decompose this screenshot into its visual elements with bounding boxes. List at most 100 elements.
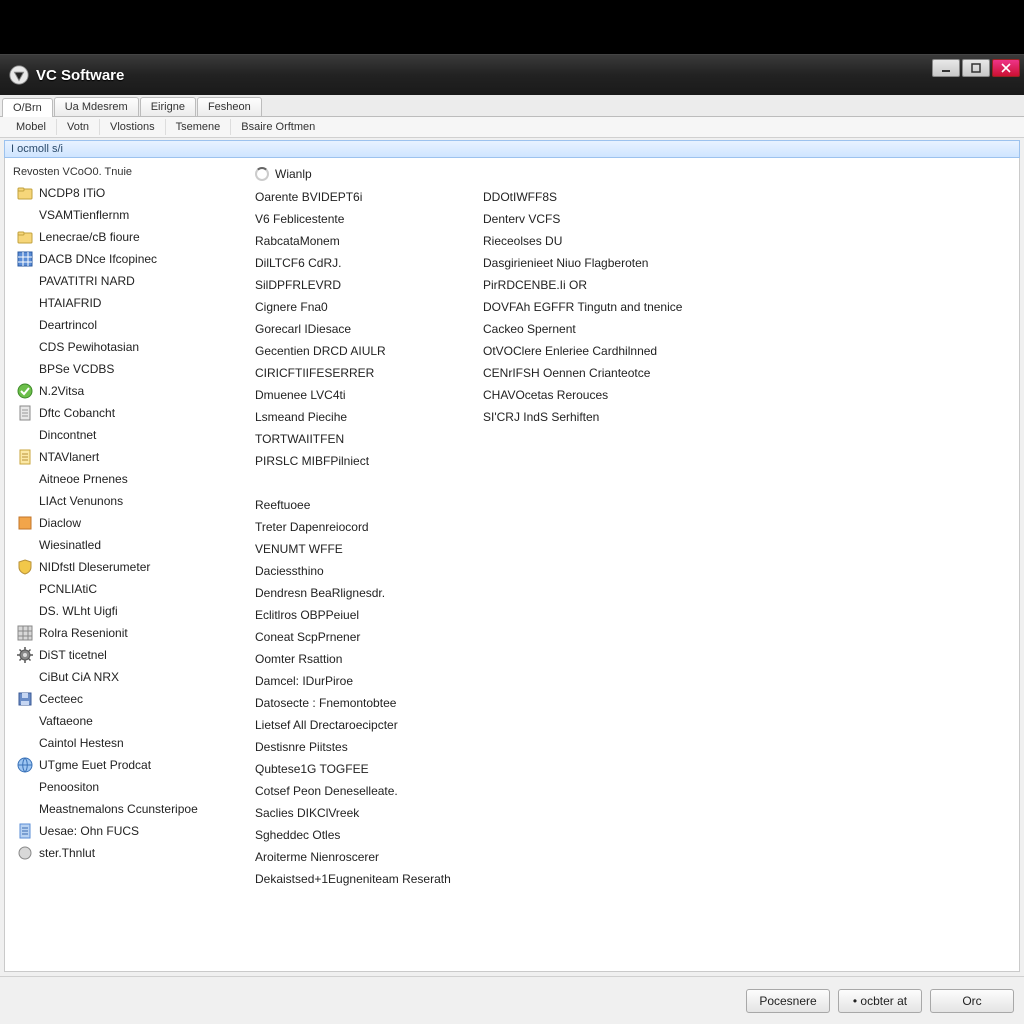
tree-item[interactable]: NIDfstl Dleserumeter xyxy=(13,556,233,578)
tree-item[interactable]: Rolra Resenionit xyxy=(13,622,233,644)
mid-item[interactable]: Daciessthino xyxy=(251,560,461,582)
right-item[interactable]: CHAVOcetas Rerouces xyxy=(479,384,759,406)
tree-item-label: PCNLIAtiC xyxy=(39,582,97,596)
mid-item[interactable]: Saclies DIKClVreek xyxy=(251,802,461,824)
close-button[interactable] xyxy=(992,59,1020,77)
tree-item[interactable]: Deartrincol xyxy=(13,314,233,336)
right-item[interactable]: Rieceolses DU xyxy=(479,230,759,252)
button-secondary[interactable]: • ocbter at xyxy=(838,989,922,1013)
mid-item[interactable]: SilDPFRLEVRD xyxy=(251,274,461,296)
module-1[interactable]: Votn xyxy=(57,119,100,135)
tree-item[interactable]: CiBut CiA NRX xyxy=(13,666,233,688)
mid-item[interactable]: Cotsef Peon Deneselleate. xyxy=(251,780,461,802)
tree-item[interactable]: LIAct Venunons xyxy=(13,490,233,512)
tree-item-label: Vaftaeone xyxy=(39,714,93,728)
tree-item[interactable]: ster.Thnlut xyxy=(13,842,233,864)
module-2[interactable]: Vlostions xyxy=(100,119,166,135)
tree-item[interactable]: DS. WLht Uigfi xyxy=(13,600,233,622)
button-proceed[interactable]: Pocesnere xyxy=(746,989,830,1013)
button-cancel[interactable]: Orc xyxy=(930,989,1014,1013)
module-3[interactable]: Tsemene xyxy=(166,119,232,135)
mid-item[interactable]: Dendresn BeaRlignesdr. xyxy=(251,582,461,604)
mid-item[interactable]: Sgheddec Otles xyxy=(251,824,461,846)
tree-item[interactable]: Cecteec xyxy=(13,688,233,710)
mid-item[interactable]: Lietsef All Drectaroecipcter xyxy=(251,714,461,736)
mid-item[interactable]: Datosecte : Fnemontobtee xyxy=(251,692,461,714)
mid-item[interactable]: Oomter Rsattion xyxy=(251,648,461,670)
right-item[interactable]: DOVFAh EGFFR Tingutn and tnenice xyxy=(479,296,759,318)
tab-1[interactable]: Ua Mdesrem xyxy=(54,97,139,116)
tree-item[interactable]: Aitneoe Prnenes xyxy=(13,468,233,490)
mid-item[interactable]: DilLTCF6 CdRJ. xyxy=(251,252,461,274)
tree-item[interactable]: Meastnemalons Ccunsteripoe xyxy=(13,798,233,820)
mid-item[interactable]: Qubtese1G TOGFEE xyxy=(251,758,461,780)
tree-item[interactable]: UTgme Euet Prodcat xyxy=(13,754,233,776)
tree-item-label: Penoositon xyxy=(39,780,99,794)
tab-3[interactable]: Fesheon xyxy=(197,97,262,116)
tree-item-label: N.2Vitsa xyxy=(39,384,84,398)
tree-item[interactable]: Dincontnet xyxy=(13,424,233,446)
module-4[interactable]: Bsaire Orftmen xyxy=(231,119,325,135)
tab-bar: O/Brn Ua Mdesrem Eirigne Fesheon xyxy=(0,95,1024,117)
mid-item[interactable]: Destisnre Piitstes xyxy=(251,736,461,758)
mid-item[interactable]: RabcataMonem xyxy=(251,230,461,252)
mid-item[interactable]: Coneat ScpPrnener xyxy=(251,626,461,648)
mid-item[interactable]: V6 Feblicestente xyxy=(251,208,461,230)
right-item[interactable]: Dasgirienieet Niuo Flagberoten xyxy=(479,252,759,274)
tree-item[interactable]: NCDP8 ITiO xyxy=(13,182,233,204)
maximize-button[interactable] xyxy=(962,59,990,77)
tree-item[interactable]: PAVATITRI NARD xyxy=(13,270,233,292)
tree-doc-yellow-icon xyxy=(17,449,33,465)
right-item[interactable]: SI'CRJ IndS Serhiften xyxy=(479,406,759,428)
tree-item[interactable]: Caintol Hestesn xyxy=(13,732,233,754)
mid-item[interactable]: TORTWAIITFEN xyxy=(251,428,461,450)
mid-item[interactable]: Eclitlros OBPPeiuel xyxy=(251,604,461,626)
tree-item[interactable]: Uesae: Ohn FUCS xyxy=(13,820,233,842)
right-item[interactable]: DDOtIWFF8S xyxy=(479,186,759,208)
mid-item[interactable]: Dekaistsed+1Eugneniteam Reserath xyxy=(251,868,461,890)
tree-item-label: BPSe VCDBS xyxy=(39,362,114,376)
tree-item[interactable]: Diaclow xyxy=(13,512,233,534)
tree-item[interactable]: BPSe VCDBS xyxy=(13,358,233,380)
right-item[interactable]: OtVOClere Enleriee Cardhilnned xyxy=(479,340,759,362)
mid-item[interactable]: VENUMT WFFE xyxy=(251,538,461,560)
mid-item[interactable]: CIRICFTIIFESERRER xyxy=(251,362,461,384)
right-item[interactable]: CENrIFSH Oennen Crianteotce xyxy=(479,362,759,384)
mid-item[interactable]: PIRSLC MIBFPilniect xyxy=(251,450,461,472)
mid-item[interactable]: Gorecarl IDiesace xyxy=(251,318,461,340)
tree-item[interactable]: PCNLIAtiC xyxy=(13,578,233,600)
tree-item[interactable]: CDS Pewihotasian xyxy=(13,336,233,358)
tab-2[interactable]: Eirigne xyxy=(140,97,196,116)
mid-list: Oarente BVIDEPT6iV6 FeblicestenteRabcata… xyxy=(251,186,461,890)
tree-item[interactable]: Dftc Cobancht xyxy=(13,402,233,424)
mid-item[interactable]: Gecentien DRCD AIULR xyxy=(251,340,461,362)
tree-item[interactable]: Vaftaeone xyxy=(13,710,233,732)
minimize-button[interactable] xyxy=(932,59,960,77)
module-0[interactable]: Mobel xyxy=(6,119,57,135)
tree-item[interactable]: VSAMTienflernm xyxy=(13,204,233,226)
right-item[interactable]: Denterv VCFS xyxy=(479,208,759,230)
tree-item[interactable]: Lenecrae/cB fioure xyxy=(13,226,233,248)
mid-item[interactable]: Dmuenee LVC4ti xyxy=(251,384,461,406)
tree-item[interactable]: NTAVlanert xyxy=(13,446,233,468)
mid-item[interactable]: Reeftuoee xyxy=(251,494,461,516)
right-item[interactable]: Cackeo Spernent xyxy=(479,318,759,340)
mid-item[interactable]: Treter Dapenreiocord xyxy=(251,516,461,538)
tab-0[interactable]: O/Brn xyxy=(2,98,53,117)
tree-item[interactable]: N.2Vitsa xyxy=(13,380,233,402)
mid-item[interactable]: Lsmeand Piecihe xyxy=(251,406,461,428)
mid-item[interactable]: Cignere Fna0 xyxy=(251,296,461,318)
mid-item[interactable]: Aroiterme Nienroscerer xyxy=(251,846,461,868)
tree-item[interactable]: DiST ticetnel xyxy=(13,644,233,666)
mid-item[interactable]: Oarente BVIDEPT6i xyxy=(251,186,461,208)
app-logo-icon xyxy=(8,64,30,86)
tree-item[interactable]: HTAIAFRID xyxy=(13,292,233,314)
tree-item[interactable]: DACB DNce Ifcopinec xyxy=(13,248,233,270)
tree-box-orange-icon xyxy=(17,515,33,531)
tree-item-label: PAVATITRI NARD xyxy=(39,274,135,288)
right-item[interactable]: PirRDCENBE.Ii OR xyxy=(479,274,759,296)
mid-item[interactable]: Damcel: IDurPiroe xyxy=(251,670,461,692)
tree-item[interactable]: Wiesinatled xyxy=(13,534,233,556)
title-bar: VC Software xyxy=(0,55,1024,95)
tree-item[interactable]: Penoositon xyxy=(13,776,233,798)
